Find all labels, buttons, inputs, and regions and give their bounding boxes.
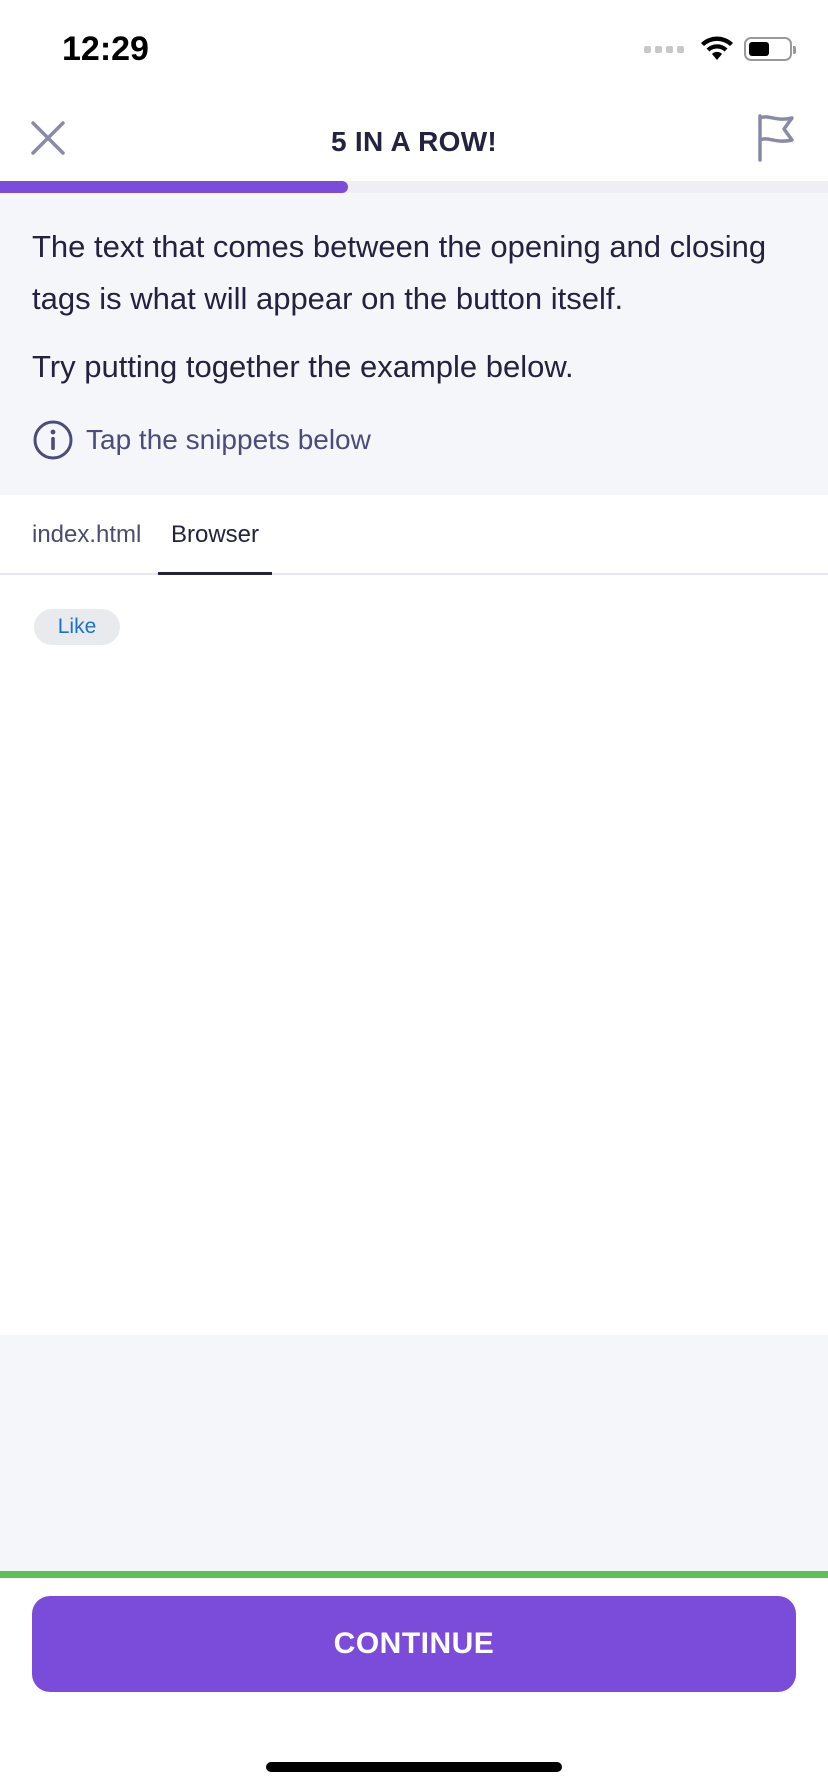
battery-icon xyxy=(744,37,796,61)
lesson-content: The text that comes between the opening … xyxy=(0,193,828,495)
status-bar: 12:29 xyxy=(0,0,828,100)
tab-browser[interactable]: Browser xyxy=(158,521,272,549)
report-button[interactable] xyxy=(754,112,798,164)
signal-icon xyxy=(644,45,684,53)
status-time: 12:29 xyxy=(62,30,149,68)
streak-title: 5 IN A ROW! xyxy=(330,126,498,157)
continue-button[interactable]: CONTINUE xyxy=(32,1596,796,1692)
lesson-instruction: Try putting together the example below. xyxy=(32,349,574,384)
flag-icon xyxy=(758,114,794,162)
hint: Tap the snippets below xyxy=(32,419,796,461)
info-icon xyxy=(33,420,73,460)
lesson-header: 5 IN A ROW! xyxy=(0,100,828,192)
lesson-progress-bar xyxy=(0,181,828,193)
success-bar xyxy=(0,1571,828,1578)
snippet-area xyxy=(0,1335,828,1571)
hint-text: Tap the snippets below xyxy=(86,424,371,455)
home-indicator[interactable] xyxy=(266,1762,562,1772)
tab-index-html[interactable]: index.html xyxy=(32,521,141,549)
like-button[interactable]: Like xyxy=(34,609,120,645)
editor-tabs: index.html Browser xyxy=(0,495,828,575)
status-icons xyxy=(644,36,796,62)
lesson-paragraph: The text that comes between the opening … xyxy=(32,229,767,316)
lesson-progress-fill xyxy=(0,181,348,193)
browser-preview: Like xyxy=(0,575,828,1335)
footer: CONTINUE xyxy=(0,1578,828,1792)
wifi-icon xyxy=(701,36,733,60)
